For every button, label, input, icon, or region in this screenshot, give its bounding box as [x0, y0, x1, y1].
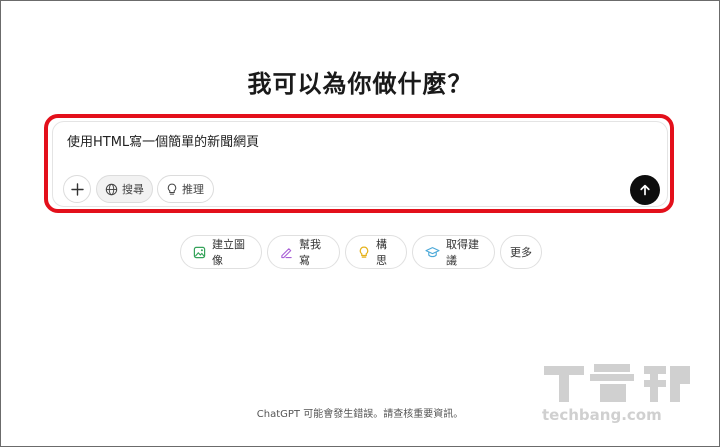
- attach-button[interactable]: [63, 175, 91, 203]
- graduation-cap-icon: [425, 246, 440, 257]
- techbang-logo: [544, 364, 690, 402]
- pen-icon: [281, 247, 292, 258]
- suggestion-chips: 建立圖像 幫我寫 構思 取得建議 更多: [0, 235, 720, 269]
- watermark-domain: techbang.com: [542, 406, 662, 424]
- suggestion-brainstorm[interactable]: 構思: [345, 235, 407, 269]
- techbang-watermark: techbang.com: [542, 364, 690, 424]
- globe-icon: [105, 183, 118, 195]
- suggestion-label: 建立圖像: [212, 238, 245, 267]
- suggestion-more[interactable]: 更多: [500, 235, 542, 269]
- image-icon: [193, 246, 206, 258]
- search-button[interactable]: 搜尋: [96, 175, 153, 203]
- arrow-up-icon: [640, 184, 650, 196]
- suggestion-create-image[interactable]: 建立圖像: [180, 235, 262, 269]
- prompt-input[interactable]: 使用HTML寫一個簡單的新聞網頁: [67, 131, 259, 150]
- suggestion-label: 幫我寫: [299, 238, 321, 267]
- lightbulb-icon: [359, 246, 369, 258]
- plus-icon: [70, 182, 84, 196]
- reason-label: 推理: [182, 183, 204, 196]
- search-label: 搜尋: [122, 183, 144, 196]
- page-title: 我可以為你做什麼？: [247, 70, 473, 98]
- suggestion-label: 取得建議: [446, 238, 479, 267]
- send-button[interactable]: [630, 175, 660, 205]
- suggestion-help-write[interactable]: 幫我寫: [267, 235, 340, 269]
- reason-button[interactable]: 推理: [157, 175, 214, 203]
- suggestion-label: 更多: [510, 246, 532, 259]
- composer: 使用HTML寫一個簡單的新聞網頁 搜尋 推理: [52, 121, 668, 207]
- suggestion-get-advice[interactable]: 取得建議: [412, 235, 495, 269]
- lightbulb-icon: [167, 183, 177, 195]
- suggestion-label: 構思: [376, 238, 387, 267]
